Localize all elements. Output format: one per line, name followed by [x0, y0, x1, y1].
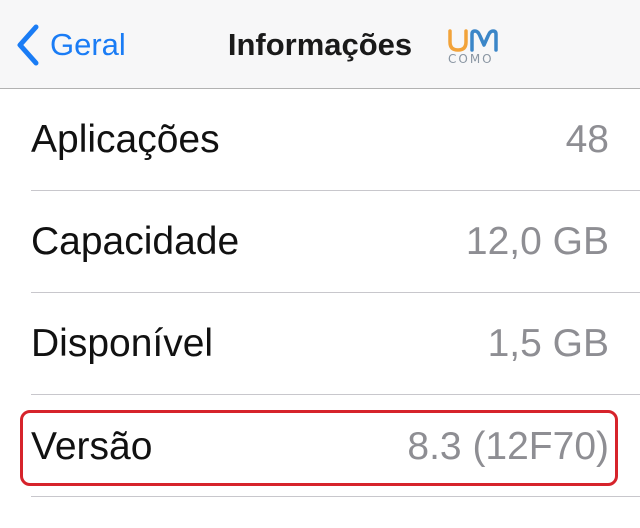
row-label: Disponível	[31, 322, 214, 365]
row-value: 1,5 GB	[487, 322, 609, 365]
row-value: 48	[565, 118, 609, 161]
back-button[interactable]: Geral	[14, 22, 126, 68]
navigation-bar: Geral Informações COMO	[0, 0, 640, 89]
list-item-capacity: Capacidade 12,0 GB	[0, 191, 640, 293]
row-label: Capacidade	[31, 220, 240, 263]
logo: COMO	[442, 28, 508, 70]
page-title: Informações	[227, 27, 413, 62]
list-item-available: Disponível 1,5 GB	[0, 293, 640, 395]
back-button-label: Geral	[50, 27, 126, 62]
chevron-left-icon	[17, 24, 39, 66]
list-item-applications: Aplicações 48	[0, 89, 640, 191]
row-label: Aplicações	[31, 118, 220, 161]
logo-mark-icon	[448, 29, 498, 52]
row-divider	[31, 496, 640, 497]
logo-text: COMO	[448, 52, 494, 66]
version-highlight-box	[20, 410, 618, 486]
settings-screen: Geral Informações COMO Aplicações 48 Cap…	[0, 0, 640, 528]
row-value: 12,0 GB	[465, 220, 609, 263]
